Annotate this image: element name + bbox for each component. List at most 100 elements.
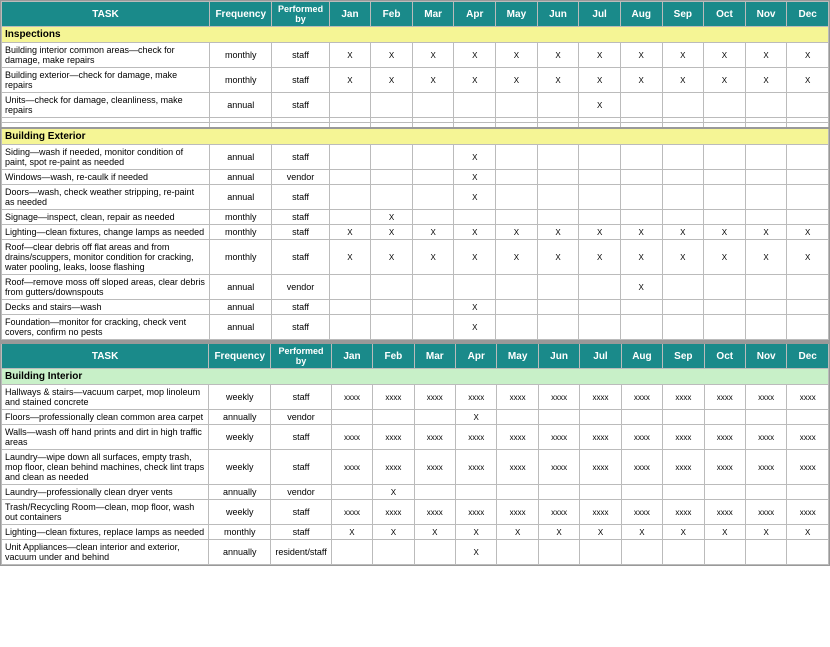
task-cell: Roof—remove moss off sloped areas, clear… <box>2 275 210 300</box>
month-cell-Jun: xxxx <box>538 450 579 485</box>
table-row: Signage—inspect, clean, repair as needed… <box>2 210 829 225</box>
oct-header: Oct <box>704 2 746 27</box>
month-cell-Jun <box>537 170 579 185</box>
perf-cell: vendor <box>271 410 331 425</box>
month-cell-May <box>496 300 538 315</box>
month-cell-Aug: X <box>620 240 662 275</box>
month-cell-Feb: X <box>371 210 413 225</box>
perf-cell: staff <box>272 43 329 68</box>
dec-header: Dec <box>787 2 829 27</box>
feb-header: Feb <box>371 2 413 27</box>
table-row: Laundry—professionally clean dryer vents… <box>2 485 829 500</box>
month-cell-Dec: X <box>787 68 829 93</box>
month-cell-Nov: xxxx <box>745 500 786 525</box>
month-cell-Jan <box>329 93 371 118</box>
month-cell-Jun: xxxx <box>538 425 579 450</box>
month-cell-Aug <box>621 410 662 425</box>
jul2-header: Jul <box>580 342 621 369</box>
month-cell-Dec <box>787 275 829 300</box>
month-cell-Sep: X <box>662 43 704 68</box>
month-cell-Oct <box>704 170 746 185</box>
month-cell-Feb <box>371 170 413 185</box>
month-cell-Nov <box>745 170 787 185</box>
month-cell-Jan <box>329 275 371 300</box>
month-cell-Dec <box>787 485 829 500</box>
freq-cell: annual <box>210 145 272 170</box>
month-cell-Sep: xxxx <box>663 385 704 410</box>
month-cell-Dec <box>787 170 829 185</box>
month-cell-Sep <box>662 315 704 340</box>
nov2-header: Nov <box>745 342 786 369</box>
month-cell-Jan: X <box>329 43 371 68</box>
month-cell-Aug <box>620 210 662 225</box>
month-cell-Mar <box>412 275 454 300</box>
section-header-row: Inspections <box>2 27 829 43</box>
month-cell-May: xxxx <box>497 385 538 410</box>
month-cell-Aug: xxxx <box>621 500 662 525</box>
task-cell: Decks and stairs—wash <box>2 300 210 315</box>
month-cell-Apr <box>454 93 496 118</box>
month-cell-Dec: X <box>787 43 829 68</box>
month-cell-Dec: X <box>787 240 829 275</box>
task-cell: Units—check for damage, cleanliness, mak… <box>2 93 210 118</box>
perf-cell: vendor <box>272 275 329 300</box>
month-cell-Oct: X <box>704 525 745 540</box>
freq-cell: annual <box>210 93 272 118</box>
perf-cell: staff <box>272 68 329 93</box>
freq-cell: weekly <box>209 500 271 525</box>
month-cell-Mar: xxxx <box>414 450 455 485</box>
month-cell-Feb: X <box>373 485 414 500</box>
month-cell-Dec <box>787 540 829 565</box>
month-cell-Feb: xxxx <box>373 500 414 525</box>
month-cell-Sep <box>662 300 704 315</box>
month-cell-Jun <box>537 93 579 118</box>
month-cell-May: xxxx <box>497 450 538 485</box>
month-cell-Apr: X <box>454 185 496 210</box>
month-cell-Jul: X <box>579 43 621 68</box>
task-cell: Signage—inspect, clean, repair as needed <box>2 210 210 225</box>
task-cell: Lighting—clean fixtures, change lamps as… <box>2 225 210 240</box>
month-cell-Dec: xxxx <box>787 500 829 525</box>
task-cell: Building exterior—check for damage, make… <box>2 68 210 93</box>
month-cell-Feb: xxxx <box>373 425 414 450</box>
month-cell-May <box>497 410 538 425</box>
task-cell: Doors—wash, check weather stripping, re-… <box>2 185 210 210</box>
month-cell-Jan: X <box>329 225 371 240</box>
month-cell-Aug: X <box>620 275 662 300</box>
month-cell-Nov <box>745 485 786 500</box>
month-cell-Dec: xxxx <box>787 450 829 485</box>
table-row: Trash/Recycling Room—clean, mop floor, w… <box>2 500 829 525</box>
aug2-header: Aug <box>621 342 662 369</box>
table-row: Laundry—wipe down all surfaces, empty tr… <box>2 450 829 485</box>
freq-cell: annually <box>209 540 271 565</box>
month-cell-Aug: X <box>620 225 662 240</box>
perf-cell: vendor <box>271 485 331 500</box>
month-cell-Jan <box>331 485 372 500</box>
table2-body: Building InteriorHallways & stairs—vacuu… <box>2 369 829 565</box>
month-cell-Nov <box>745 300 787 315</box>
task2-header: TASK <box>2 342 209 369</box>
may2-header: May <box>497 342 538 369</box>
perf-cell: staff <box>272 185 329 210</box>
month-cell-Oct: X <box>704 240 746 275</box>
table-row: Floors—professionally clean common area … <box>2 410 829 425</box>
table-row: Windows—wash, re-caulk if neededannualve… <box>2 170 829 185</box>
month-cell-Dec <box>787 410 829 425</box>
month-cell-Oct: xxxx <box>704 385 745 410</box>
month-cell-Feb: X <box>373 525 414 540</box>
perf-cell: staff <box>272 145 329 170</box>
month-cell-Mar <box>414 485 455 500</box>
freq-cell: monthly <box>210 68 272 93</box>
table-row: Lighting—clean fixtures, change lamps as… <box>2 225 829 240</box>
month-cell-Mar <box>412 300 454 315</box>
month-cell-Oct <box>704 315 746 340</box>
month-cell-Mar: xxxx <box>414 385 455 410</box>
freq-cell: annually <box>209 410 271 425</box>
month-cell-Oct <box>704 145 746 170</box>
month-cell-Jun <box>537 300 579 315</box>
month-cell-Jun: xxxx <box>538 385 579 410</box>
month-cell-Nov <box>745 93 787 118</box>
perf-cell: staff <box>271 500 331 525</box>
month-cell-Jan <box>329 145 371 170</box>
month-cell-Sep <box>663 410 704 425</box>
